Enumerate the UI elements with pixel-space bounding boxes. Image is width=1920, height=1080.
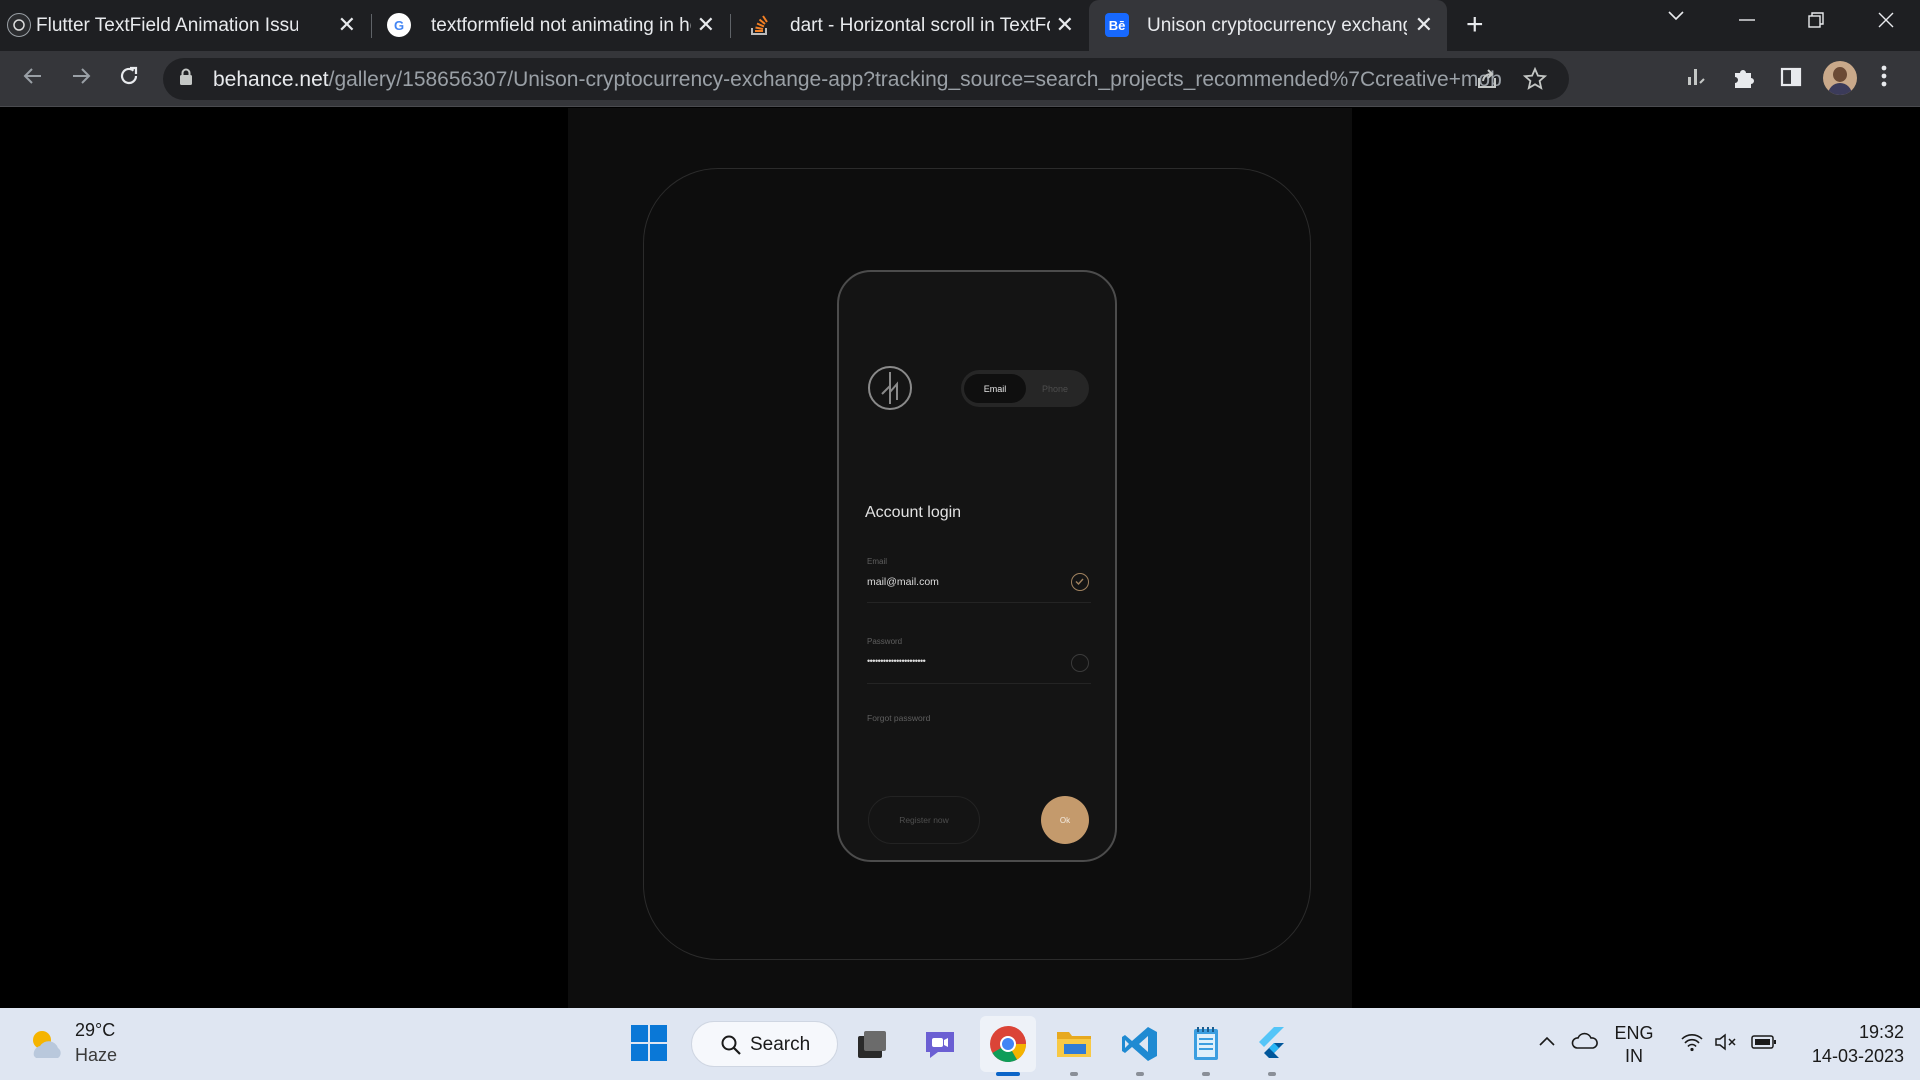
new-tab-button[interactable]: + [1466, 8, 1484, 42]
password-label: Password [867, 637, 903, 646]
email-underline [867, 602, 1091, 603]
lock-icon[interactable] [179, 68, 193, 86]
password-field[interactable]: •••••••••••••••••••••• [867, 656, 926, 666]
flutter-open-indicator [1268, 1072, 1276, 1076]
close-tab-icon[interactable]: ✕ [1056, 12, 1074, 38]
search-label: Search [750, 1034, 811, 1055]
weather-haze-icon[interactable] [26, 1024, 66, 1069]
close-tab-icon[interactable]: ✕ [338, 12, 356, 38]
register-now-button[interactable]: Register now [868, 796, 980, 844]
google-icon: G [387, 13, 411, 37]
back-icon[interactable] [20, 63, 46, 95]
toggle-email-option[interactable]: Email [964, 374, 1026, 403]
region-code: IN [1625, 1046, 1643, 1066]
email-field[interactable]: mail@mail.com [867, 576, 939, 588]
tab-title: dart - Horizontal scroll in TextFor [790, 14, 1050, 36]
windows-start-icon[interactable] [630, 1024, 670, 1064]
clock-time: 19:32 [1858, 1022, 1904, 1042]
tab-title: Flutter TextField Animation Issue [36, 14, 298, 36]
close-window-icon[interactable] [1876, 10, 1896, 36]
clock[interactable]: 19:32 14-03-2023 [1792, 1022, 1904, 1067]
weather-description[interactable]: Haze [75, 1045, 117, 1066]
menu-dots-icon[interactable] [1880, 63, 1888, 95]
minimize-icon[interactable] [1736, 10, 1758, 36]
tab-search-chevron-icon[interactable] [1667, 6, 1685, 32]
email-label: Email [867, 557, 888, 566]
language-code: ENG [1614, 1023, 1654, 1043]
side-panel-icon[interactable] [1779, 65, 1803, 95]
bookmark-star-icon[interactable] [1523, 67, 1547, 91]
chrome-icon[interactable] [988, 1024, 1028, 1064]
weather-temperature[interactable]: 29°C [75, 1020, 115, 1041]
address-bar[interactable]: behance.net/gallery/158656307/Unison-cry… [163, 58, 1569, 100]
page-viewport: Email Phone Account login Email mail@mai… [0, 108, 1920, 1008]
profile-avatar[interactable] [1823, 61, 1857, 95]
phone-mockup: Email Phone Account login Email mail@mai… [837, 270, 1117, 862]
tab-title: textformfield not animating in ho [431, 14, 691, 36]
volume-muted-icon[interactable] [1714, 1032, 1740, 1057]
url-text[interactable]: behance.net/gallery/158656307/Unison-cry… [213, 68, 1503, 92]
ok-button[interactable]: Ok [1041, 796, 1089, 844]
tab-unison[interactable]: Bē Unison cryptocurrency exchange ✕ [1089, 0, 1447, 51]
show-hidden-icons-chevron-icon[interactable] [1537, 1032, 1557, 1057]
behance-icon: Bē [1105, 13, 1129, 37]
tab-dart-horizontal-scroll[interactable]: dart - Horizontal scroll in TextFor ✕ [718, 0, 1088, 51]
search-icon [721, 1035, 741, 1055]
login-method-toggle[interactable]: Email Phone [961, 370, 1089, 407]
clock-date: 14-03-2023 [1811, 1046, 1904, 1066]
unison-logo-icon [868, 366, 912, 410]
close-tab-icon[interactable]: ✕ [1415, 12, 1433, 38]
browser-toolbar: behance.net/gallery/158656307/Unison-cry… [0, 51, 1920, 107]
wifi-icon[interactable] [1680, 1032, 1704, 1057]
explorer-open-indicator [1070, 1072, 1078, 1076]
tab-title: Unison cryptocurrency exchange [1147, 14, 1407, 36]
battery-icon[interactable] [1751, 1034, 1777, 1055]
vscode-icon[interactable] [1120, 1024, 1160, 1064]
close-tab-icon[interactable]: ✕ [697, 12, 715, 38]
flutter-icon[interactable] [1252, 1024, 1292, 1064]
notepad-icon[interactable] [1186, 1024, 1226, 1064]
page-title: Account login [865, 504, 962, 521]
tab-flutter-textfield[interactable]: Flutter TextField Animation Issue ✕ [0, 0, 370, 51]
password-underline [867, 683, 1091, 684]
tab-strip: Flutter TextField Animation Issue ✕ G te… [0, 0, 1920, 51]
chrome-active-indicator [996, 1072, 1020, 1076]
forgot-password-link[interactable]: Forgot password [867, 713, 930, 723]
tab-textformfield[interactable]: G textformfield not animating in ho ✕ [359, 0, 729, 51]
teams-chat-icon[interactable] [920, 1024, 960, 1064]
extension-analytics-icon[interactable] [1684, 65, 1708, 95]
stackoverflow-icon [748, 13, 772, 37]
file-explorer-icon[interactable] [1054, 1024, 1094, 1064]
restore-icon[interactable] [1806, 10, 1826, 36]
toggle-phone-option[interactable]: Phone [1024, 374, 1086, 403]
notepad-open-indicator [1202, 1072, 1210, 1076]
chatgpt-icon [7, 13, 31, 37]
windows-taskbar: 29°C Haze Search ENG IN 19:32 14-03-2023 [0, 1008, 1920, 1080]
language-indicator[interactable]: ENG IN [1614, 1023, 1654, 1067]
share-icon[interactable] [1475, 68, 1499, 90]
reload-icon[interactable] [116, 63, 142, 95]
task-view-icon[interactable] [852, 1024, 892, 1064]
extensions-puzzle-icon[interactable] [1731, 65, 1757, 97]
forward-icon[interactable] [68, 63, 94, 95]
taskbar-search[interactable]: Search [691, 1021, 838, 1067]
password-check-icon [1071, 654, 1089, 672]
onedrive-cloud-icon[interactable] [1571, 1030, 1599, 1057]
email-valid-check-icon [1071, 573, 1089, 591]
vscode-open-indicator [1136, 1072, 1144, 1076]
